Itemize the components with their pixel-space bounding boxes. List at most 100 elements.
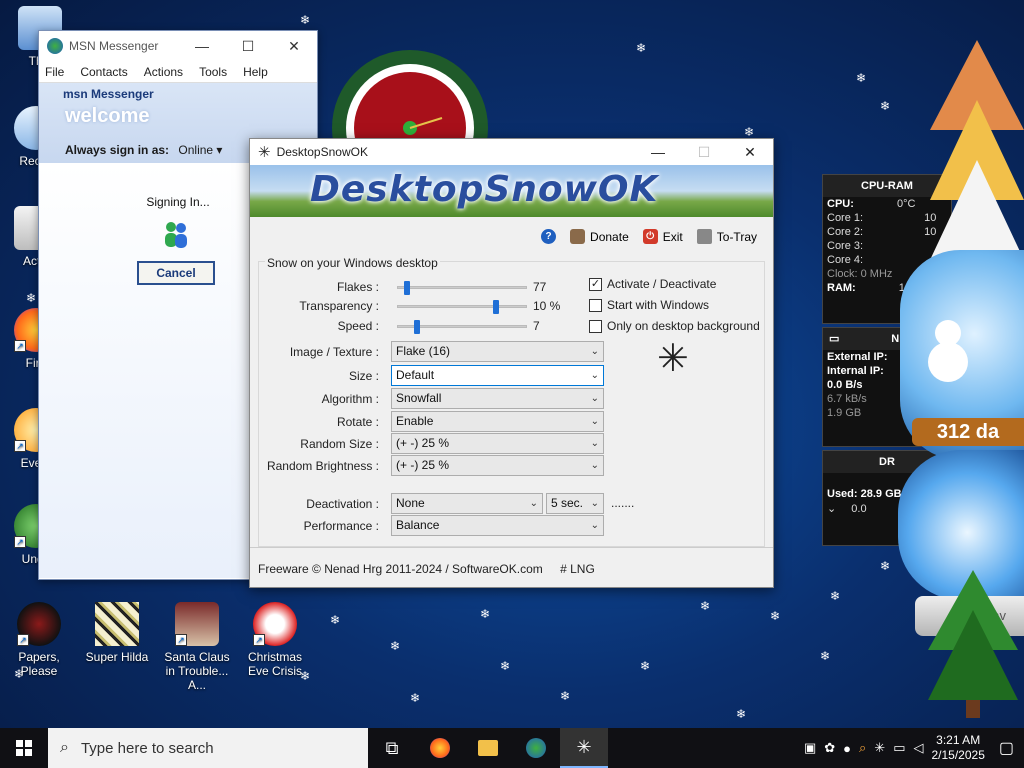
size-label: Size : [348,369,379,383]
dso-title-bar[interactable]: ✳ DesktopSnowOK — ☐ ✕ [250,139,773,165]
desktop-icon-christmas-eve[interactable]: ↗ Christmas Eve Crisis [236,602,314,678]
tray-snowflake-icon[interactable]: ✳ [874,740,885,756]
tray-drop-icon[interactable]: ● [843,741,851,756]
desktop-icon-super-hilda[interactable]: Super Hilda [81,602,153,664]
image-texture-label: Image / Texture : [289,345,379,359]
menu-actions[interactable]: Actions [144,65,183,79]
status-dropdown[interactable]: Online ▾ [178,143,222,157]
help-icon[interactable]: ? [541,229,557,244]
search-icon: ⌕ [60,739,69,756]
chevron-down-icon: ⌄ [590,346,599,357]
close-button[interactable]: ✕ [271,38,317,55]
volume-icon[interactable]: ◁ [913,740,923,756]
image-texture-select[interactable]: Flake (16) ⌄ [391,341,604,362]
transparency-thumb[interactable] [493,300,499,314]
exit-button[interactable]: ⏻ Exit [642,229,683,244]
start-with-windows-box[interactable] [589,298,602,312]
notifications-icon[interactable]: ▢ [999,738,1014,758]
activate-checkbox[interactable]: ✓ Activate / Deactivate [589,277,716,291]
only-desktop-box[interactable] [589,319,602,333]
task-view-icon: ⧉ [385,737,399,758]
size-select[interactable]: Default ⌄ [391,365,604,386]
desktop-icon-papers-please[interactable]: ↗ Papers, Please [3,602,75,678]
minimize-button[interactable]: — [179,38,225,55]
activate-label: Activate / Deactivate [607,277,717,291]
rotate-label: Rotate : [336,415,379,429]
maximize-button[interactable]: ☐ [681,144,727,161]
deactivation-select[interactable]: None ⌄ [391,493,543,514]
globe-days-banner: 312 da [912,418,1024,446]
close-button[interactable]: ✕ [727,144,773,161]
speed-thumb[interactable] [414,320,420,334]
menu-contacts[interactable]: Contacts [80,65,127,79]
chevron-down-icon: ⌄ [827,503,837,515]
task-view-button[interactable]: ⧉ [368,728,416,768]
menu-tools[interactable]: Tools [199,65,227,79]
christmas-tree-2-icon [928,570,1018,718]
snowflake-icon: ❄ [636,41,647,55]
snowflake-icon: ❄ [500,659,511,673]
menu-file[interactable]: File [45,65,64,79]
speed-slider[interactable] [397,320,527,334]
snowflake-icon: ❄ [820,649,831,663]
tray-search-icon[interactable]: ⌕ [859,740,866,756]
snowflake-icon: ❄ [880,99,891,113]
algorithm-select[interactable]: Snowfall ⌄ [391,388,604,409]
transparency-slider[interactable] [397,300,527,314]
chevron-down-icon: ⌄ [529,498,538,509]
desktopsnowok-window[interactable]: ✳ DesktopSnowOK — ☐ ✕ DesktopSnowOK ? Do… [249,138,774,588]
menu-help[interactable]: Help [243,65,268,79]
taskbar-firefox[interactable] [416,728,464,768]
msn-window-title: MSN Messenger [69,39,159,53]
snowflake-icon: ❄ [640,659,651,673]
donate-button[interactable]: Donate [570,229,629,244]
taskbar-desktopsnowok[interactable]: ✳ [560,728,608,768]
taskbar-msn[interactable] [512,728,560,768]
christmas-game-icon: ↗ [253,602,297,646]
tray-app-icon[interactable]: ▣ [804,740,816,756]
random-size-select[interactable]: (+ -) 25 % ⌄ [391,433,604,454]
performance-select[interactable]: Balance ⌄ [391,515,604,536]
only-desktop-checkbox[interactable]: Only on desktop background [589,319,760,333]
msn-title-bar[interactable]: MSN Messenger — ☐ ✕ [39,31,317,61]
taskbar-clock[interactable]: 3:21 AM 2/15/2025 [931,733,984,763]
flakes-label: Flakes : [336,280,379,294]
shortcut-arrow-icon: ↗ [17,634,29,646]
desktop-icon-santa-claus[interactable]: ↗ Santa Claus in Trouble... A... [158,602,236,692]
papers-please-icon: ↗ [17,602,61,646]
snow-settings-group: Snow on your Windows desktop Flakes : 77… [258,256,765,547]
deactivation-time-select[interactable]: 5 sec. ⌄ [546,493,604,514]
freeware-link[interactable]: Freeware © Nenad Hrg 2011-2024 / Softwar… [258,562,543,576]
flakes-value: 77 [533,280,547,294]
algorithm-label: Algorithm : [321,392,379,406]
start-with-windows-checkbox[interactable]: Start with Windows [589,298,709,312]
flakes-slider[interactable] [397,281,527,295]
santa-game-icon: ↗ [175,602,219,646]
deactivation-more-button[interactable]: ....... [611,496,634,510]
network-icon[interactable]: ▭ [893,740,905,756]
taskbar-search-box[interactable]: ⌕ Type here to search [48,728,368,768]
taskbar-file-explorer[interactable] [464,728,512,768]
start-button[interactable] [0,728,48,768]
minimize-button[interactable]: — [635,144,681,161]
language-button[interactable]: # LNG [560,562,595,576]
rotate-select[interactable]: Enable ⌄ [391,411,604,432]
speed-label: Speed : [337,319,379,333]
maximize-button[interactable]: ☐ [225,38,271,55]
desktop-icon-label: Santa Claus in Trouble... A... [164,650,230,692]
dso-window-title: DesktopSnowOK [276,145,368,159]
msn-menu-bar: File Contacts Actions Tools Help [39,61,317,83]
dso-hero-text: DesktopSnowOK [310,169,659,210]
to-tray-button[interactable]: To-Tray [696,229,757,244]
dso-hero-banner: DesktopSnowOK [250,165,773,217]
snowflake-app-icon: ✳ [258,144,271,161]
clock-time: 3:21 AM [936,733,981,747]
snowflake-icon: ❄ [856,71,867,85]
activate-checkbox-box[interactable]: ✓ [589,277,602,291]
snowflake-icon: ❄ [330,613,341,627]
random-brightness-select[interactable]: (+ -) 25 % ⌄ [391,455,604,476]
cancel-button[interactable]: Cancel [137,261,215,285]
tray-msn-icon[interactable]: ✿ [824,740,835,756]
flakes-thumb[interactable] [404,281,410,295]
msn-welcome-text: welcome [65,105,150,127]
